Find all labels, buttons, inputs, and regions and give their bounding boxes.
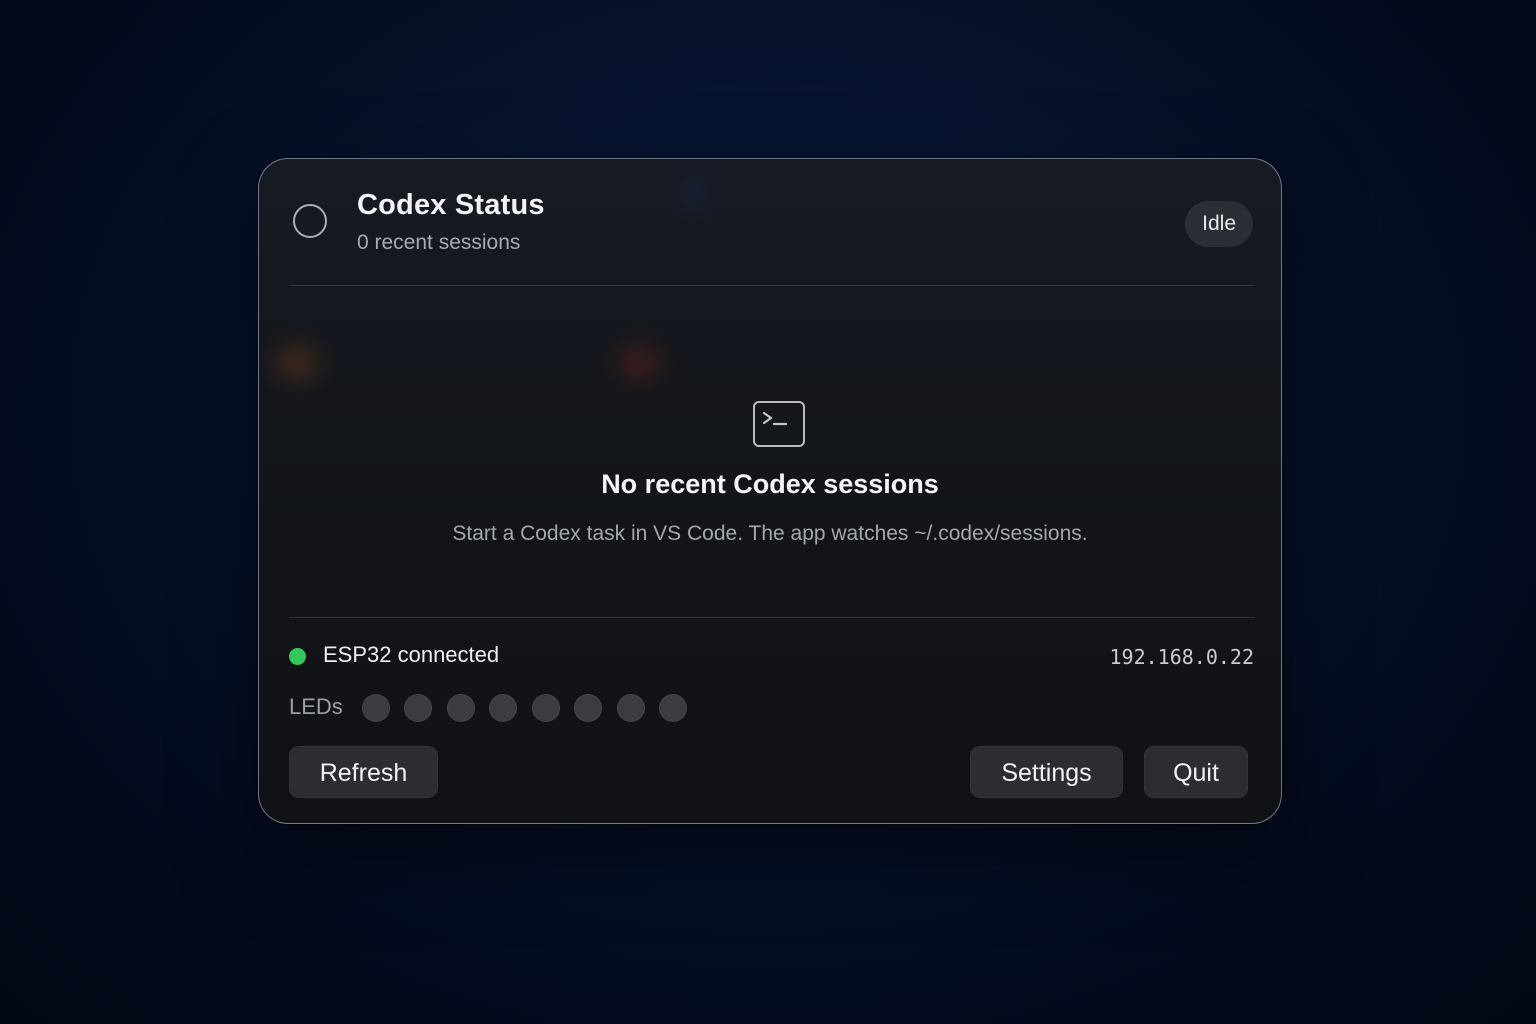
empty-state-description: Start a Codex task in VS Code. The app w… <box>452 522 1088 545</box>
session-count: 0 recent sessions <box>357 231 521 254</box>
terminal-icon <box>753 401 805 447</box>
status-ring-icon <box>293 204 327 238</box>
empty-state-title: No recent Codex sessions <box>601 469 939 499</box>
status-badge: Idle <box>1185 201 1253 247</box>
led-indicator <box>489 694 517 722</box>
panel-header: Codex Status 0 recent sessions Idle <box>259 159 1281 285</box>
connection-status-label: ESP32 connected <box>323 642 500 667</box>
panel-title: Codex Status <box>357 189 545 221</box>
quit-button[interactable]: Quit <box>1144 746 1248 798</box>
device-ip-address: 192.168.0.22 <box>1109 645 1255 669</box>
refresh-button[interactable]: Refresh <box>289 746 438 798</box>
connection-status-dot <box>289 648 306 665</box>
leds-label: LEDs <box>289 694 343 719</box>
header-divider <box>289 285 1255 286</box>
led-indicator <box>659 694 687 722</box>
led-indicator <box>404 694 432 722</box>
settings-button[interactable]: Settings <box>970 746 1123 798</box>
footer-divider <box>289 617 1255 618</box>
led-indicator <box>574 694 602 722</box>
led-indicator <box>532 694 560 722</box>
led-indicator <box>617 694 645 722</box>
led-indicator <box>362 694 390 722</box>
led-indicator <box>447 694 475 722</box>
background-blur-glow <box>621 349 657 377</box>
background-blur-glow <box>279 349 315 377</box>
codex-status-panel: Codex Status 0 recent sessions Idle No r… <box>258 158 1282 824</box>
